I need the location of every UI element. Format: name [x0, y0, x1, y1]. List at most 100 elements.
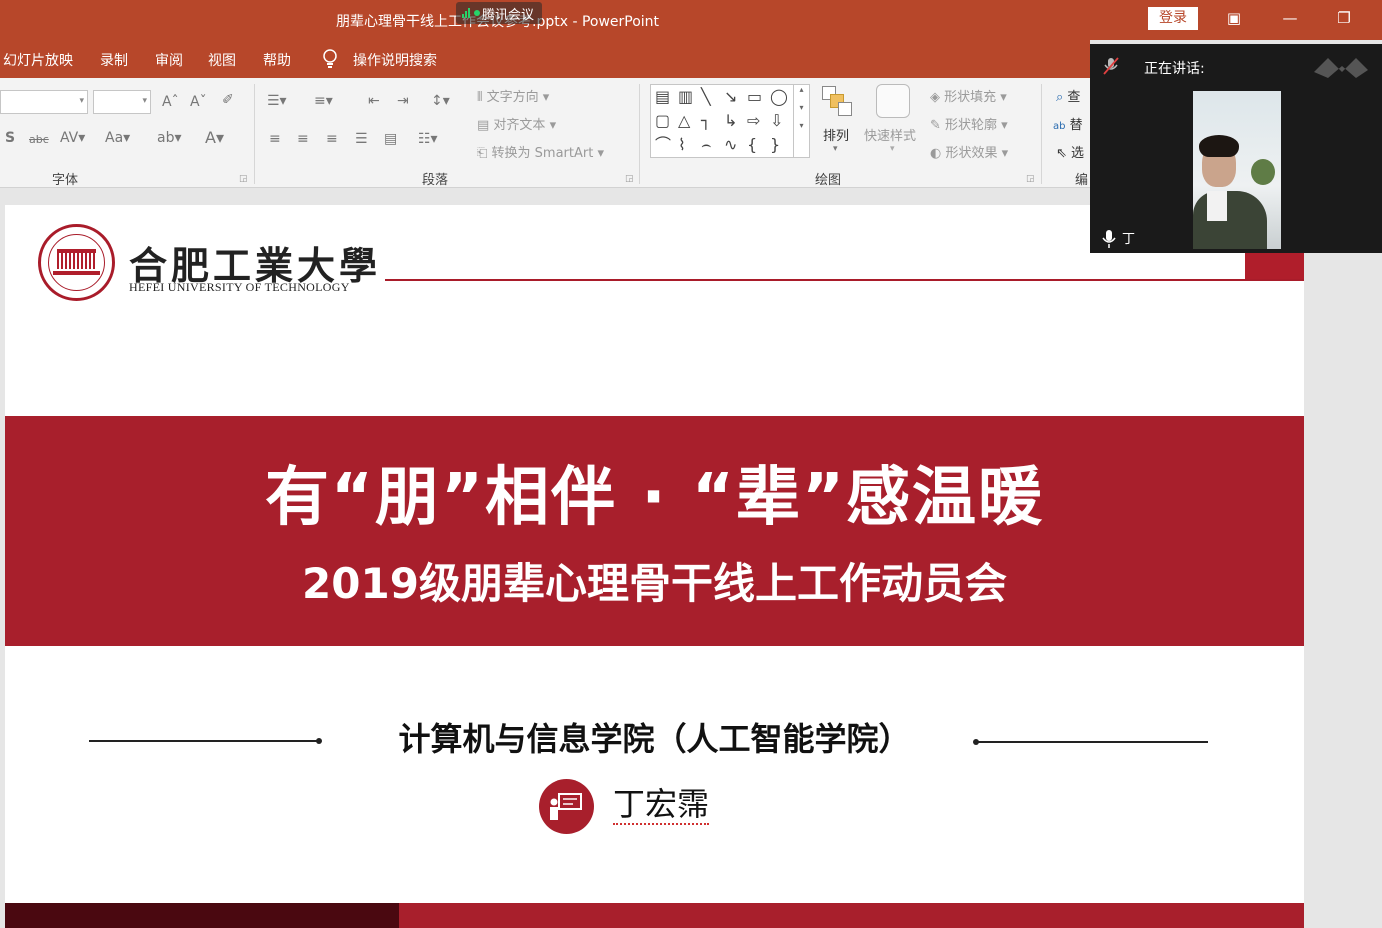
header-accent-strip: [1245, 252, 1304, 280]
text-shadow-icon[interactable]: S: [5, 130, 15, 146]
tab-review[interactable]: 审阅: [155, 50, 183, 70]
presenter-name: 丁宏霈: [613, 785, 710, 825]
arrow-line-shape-icon[interactable]: ↘: [724, 89, 737, 105]
shapes-gallery[interactable]: ▤ ▥ ╲ ↘ ▭ ◯ ▢ △ ┐ ↳ ⇨ ⇩ ⌒ ⌇ ⌢ ∿ { } ▴ ▾ ▾: [650, 84, 810, 158]
align-right-icon[interactable]: ≡: [326, 131, 338, 147]
bullets-icon[interactable]: ☰▾: [267, 93, 287, 109]
distributed-icon[interactable]: ▤: [384, 131, 397, 147]
decrease-indent-icon[interactable]: ⇤: [368, 93, 380, 109]
select-button[interactable]: ⇖ 选: [1056, 142, 1084, 161]
participant-name: 丁: [1122, 232, 1136, 247]
freeform-shape-icon[interactable]: ⌒: [655, 137, 671, 153]
oval-shape-icon[interactable]: ◯: [770, 89, 788, 105]
text-direction-button[interactable]: ⫴ 文字方向 ▾: [477, 86, 549, 105]
gallery-scroll[interactable]: ▴ ▾ ▾: [793, 85, 809, 157]
font-name-combo[interactable]: ▾: [0, 90, 88, 114]
align-text-button[interactable]: ▤ 对齐文本 ▾: [477, 114, 556, 133]
group-label-editing: 编: [1075, 173, 1089, 188]
microphone-icon: [1102, 230, 1116, 248]
align-center-icon[interactable]: ≡: [297, 131, 309, 147]
numbering-icon[interactable]: ≡▾: [314, 93, 333, 109]
right-brace-shape-icon[interactable]: }: [770, 137, 780, 153]
shape-fill-button[interactable]: ◈ 形状填充 ▾: [930, 86, 1007, 105]
increase-indent-icon[interactable]: ⇥: [397, 93, 409, 109]
restore-icon[interactable]: ❐: [1324, 4, 1364, 32]
scribble-shape-icon[interactable]: ⌇: [678, 137, 686, 153]
align-left-icon[interactable]: ≡: [269, 131, 281, 147]
font-color-icon[interactable]: A▾: [205, 128, 224, 147]
tab-slideshow[interactable]: 幻灯片放映: [3, 50, 73, 70]
arc-shape-icon[interactable]: ⌢: [701, 137, 712, 153]
speaking-label: 正在讲话:: [1144, 61, 1205, 77]
line-shape-icon[interactable]: ╲: [701, 89, 711, 105]
drawing-dialog-launcher-icon[interactable]: ◲: [1026, 174, 1035, 184]
font-size-combo[interactable]: ▾: [93, 90, 151, 114]
rounded-rect-shape-icon[interactable]: ▢: [655, 113, 670, 129]
window-titlebar: 朋辈心理骨干线上工作会议参考.pptx - PowerPoint 腾讯会议 登录…: [0, 0, 1382, 40]
department-name: 计算机与信息学院（人工智能学院）: [398, 720, 911, 758]
header-divider: [385, 279, 1304, 281]
find-button[interactable]: ⌕ 查: [1056, 86, 1080, 105]
group-label-font: 字体: [52, 173, 79, 188]
arrange-button[interactable]: 排列: [823, 125, 849, 144]
tab-record[interactable]: 录制: [100, 50, 128, 70]
rectangle-shape-icon[interactable]: ▭: [747, 89, 762, 105]
group-label-drawing: 绘图: [815, 173, 842, 188]
meeting-brand-icon: [1314, 58, 1368, 78]
group-label-paragraph: 段落: [422, 173, 449, 188]
presenter-icon: [539, 779, 594, 834]
textbox-shape-icon[interactable]: ▤: [655, 89, 670, 105]
slide-headline: 有“朋”相伴 · “辈”感温暖: [264, 461, 1045, 535]
right-arrow-shape-icon[interactable]: ⇨: [747, 113, 760, 129]
tab-view[interactable]: 视图: [208, 50, 236, 70]
strikethrough-icon[interactable]: abc: [29, 133, 49, 146]
quick-styles-button[interactable]: 快速样式: [864, 125, 916, 144]
character-spacing-icon[interactable]: AV▾: [60, 130, 85, 146]
shape-effects-button[interactable]: ◐ 形状效果 ▾: [930, 142, 1008, 161]
meeting-app-label: 腾讯会议: [482, 8, 535, 23]
quick-styles-icon: [876, 84, 910, 118]
signal-icon: [462, 8, 472, 18]
lightbulb-icon: [323, 49, 337, 68]
meeting-video-panel[interactable]: 正在讲话: 丁: [1090, 44, 1382, 253]
clear-formatting-icon[interactable]: ✐: [222, 92, 234, 108]
arrange-icon: [820, 84, 854, 118]
justify-icon[interactable]: ☰: [355, 131, 368, 147]
footer-dark-strip: [5, 903, 399, 928]
elbow-connector-shape-icon[interactable]: ┐: [701, 113, 711, 129]
replace-button[interactable]: ab 替: [1053, 114, 1083, 133]
tell-me-search[interactable]: 操作说明搜索: [353, 50, 437, 70]
login-button[interactable]: 登录: [1148, 7, 1198, 30]
highlight-icon[interactable]: ab▾: [157, 130, 182, 146]
shape-outline-button[interactable]: ✎ 形状轮廓 ▾: [930, 114, 1008, 133]
paragraph-dialog-launcher-icon[interactable]: ◲: [625, 174, 634, 184]
columns-icon[interactable]: ☷▾: [418, 131, 438, 147]
left-brace-shape-icon[interactable]: {: [747, 137, 757, 153]
speaker-muted-icon: [1103, 57, 1119, 75]
increase-font-icon[interactable]: Aˆ: [162, 94, 179, 110]
down-arrow-shape-icon[interactable]: ⇩: [770, 113, 783, 129]
participant-video[interactable]: [1193, 91, 1281, 249]
ribbon-display-options-icon[interactable]: ▣: [1214, 4, 1254, 32]
title-banner: 有“朋”相伴 · “辈”感温暖 2019级朋辈心理骨干线上工作动员会: [5, 416, 1304, 646]
ribbon: ▾ ▾ Aˆ Aˇ ✐ S abc AV▾ Aa▾ ab▾ A▾ 字体 ◲ ☰▾…: [0, 78, 1090, 188]
vertical-textbox-shape-icon[interactable]: ▥: [678, 89, 693, 105]
triangle-shape-icon[interactable]: △: [678, 113, 690, 129]
university-seal-logo: [38, 224, 115, 301]
slide-canvas[interactable]: 合肥工業大學 HEFEI UNIVERSITY OF TECHNOLOGY 有“…: [5, 205, 1304, 928]
convert-smartart-button[interactable]: ⎗ 转换为 SmartArt ▾: [477, 142, 604, 161]
tab-help[interactable]: 帮助: [263, 50, 291, 70]
elbow-arrow-shape-icon[interactable]: ↳: [724, 113, 737, 129]
footer-red-strip: [399, 903, 1304, 928]
ribbon-tabs: 幻灯片放映 录制 审阅 视图 帮助 操作说明搜索: [0, 40, 1090, 78]
live-dot-icon: [474, 10, 480, 16]
curve-shape-icon[interactable]: ∿: [724, 137, 737, 153]
minimize-icon[interactable]: —: [1270, 4, 1310, 32]
slide-subheadline: 2019级朋辈心理骨干线上工作动员会: [302, 559, 1007, 608]
font-dialog-launcher-icon[interactable]: ◲: [239, 174, 248, 184]
line-spacing-icon[interactable]: ↕▾: [431, 93, 450, 109]
decrease-font-icon[interactable]: Aˇ: [190, 94, 207, 110]
meeting-status-tag[interactable]: 腾讯会议: [456, 2, 543, 24]
change-case-icon[interactable]: Aa▾: [105, 130, 130, 146]
university-name-en: HEFEI UNIVERSITY OF TECHNOLOGY: [129, 280, 350, 294]
